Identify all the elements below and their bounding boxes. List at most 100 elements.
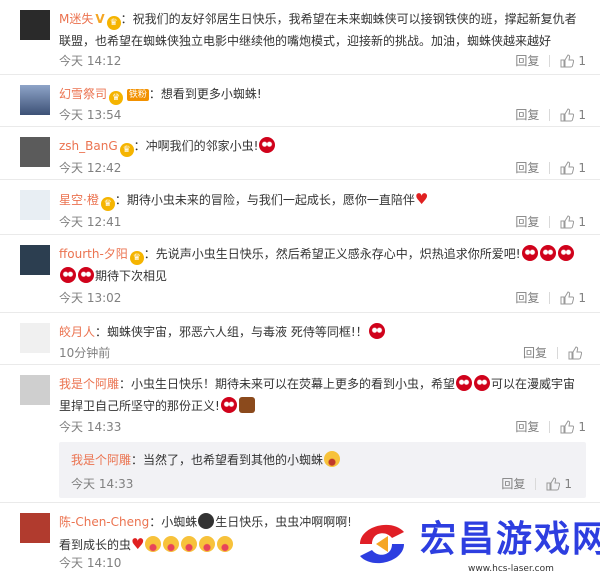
thumbs-up-icon: [560, 291, 575, 305]
timestamp: 今天 14:33: [59, 420, 122, 434]
thumbs-up-icon: [560, 54, 575, 68]
comment-actions: 回复 1: [515, 105, 586, 125]
divider: [549, 421, 551, 433]
comment-text: ：小虫生日快乐！期待未来可以在荧幕上更多的看到小虫，希望: [119, 377, 456, 391]
comment-meta: 今天 14:33 回复 1: [59, 417, 586, 437]
thumbs-up-icon: [560, 161, 575, 175]
divider: [549, 292, 551, 304]
like-button[interactable]: [568, 346, 586, 360]
username[interactable]: 星空·橙: [59, 193, 99, 207]
spiderman-emoji-icon: [220, 397, 237, 413]
reply-button[interactable]: 回复: [515, 105, 539, 125]
comment-item: 幻雪祭司 ♛ 铁粉 ：想看到更多小蜘蛛! 今天 13:54 回复 1: [0, 75, 600, 127]
timestamp: 今天 13:02: [59, 291, 122, 305]
username[interactable]: zsh_BanG: [59, 139, 118, 153]
like-button[interactable]: 1: [560, 51, 586, 71]
tongue-emoji-icon: [181, 536, 198, 552]
like-count: 1: [578, 161, 586, 175]
username[interactable]: 皎月人: [59, 325, 95, 339]
spiderman-emoji-icon: [60, 267, 76, 283]
comment-content: M迷失 V ♛ ：祝我们的友好邻居生日快乐，我希望在未来蜘蛛侠可以接钢铁侠的班，撑起新…: [59, 8, 586, 52]
comment-text: ：蜘蛛侠宇宙，邪恶六人组，与毒液 死侍等同框!！: [95, 325, 368, 339]
like-button[interactable]: 1: [546, 474, 572, 494]
comment-text: ：想看到更多小蜘蛛!: [148, 87, 262, 101]
like-button[interactable]: 1: [560, 417, 586, 437]
reply-button[interactable]: 回复: [501, 474, 525, 494]
avatar[interactable]: [20, 190, 50, 220]
username[interactable]: 我是个阿雕: [71, 453, 131, 467]
like-button[interactable]: 1: [560, 288, 586, 308]
site-watermark: 宏昌游戏网 www.hcs-laser.com: [350, 508, 600, 581]
spiderman-emoji-icon: [368, 323, 385, 339]
comment-text-line2: 期待下次相见: [95, 269, 168, 283]
avatar[interactable]: [20, 375, 50, 405]
reply-button[interactable]: 回复: [515, 51, 539, 71]
reply-meta: 今天 14:33 回复 1: [71, 474, 572, 494]
comment-actions: 回复 1: [515, 212, 586, 232]
like-button[interactable]: 1: [560, 105, 586, 125]
spiderman-emoji-icon: [456, 375, 473, 391]
spiderman-emoji-icon: [557, 245, 574, 261]
reply-button[interactable]: 回复: [515, 417, 539, 437]
cake-emoji-icon: [238, 397, 255, 413]
divider: [549, 162, 551, 174]
comment-meta: 10分钟前 回复: [59, 343, 586, 363]
comment-actions: 回复 1: [515, 51, 586, 71]
like-button[interactable]: 1: [560, 158, 586, 178]
avatar[interactable]: [20, 10, 50, 40]
comment-item: ffourth-夕阳 ♛ ：先说声小虫生日快乐，然后希望正义感永存心中，炽热追求你所…: [0, 235, 600, 313]
reply-button[interactable]: 回复: [523, 343, 547, 363]
verified-icon: V: [95, 12, 105, 26]
timestamp: 今天 13:54: [59, 108, 122, 122]
fan-badge-icon: ♛: [100, 197, 115, 211]
fan-badge-icon: ♛: [109, 91, 124, 105]
like-count: 1: [578, 54, 586, 68]
reply-actions: 回复 1: [501, 474, 572, 494]
comment-meta: 今天 13:54 回复 1: [59, 105, 586, 125]
fan-badge-icon: ♛: [129, 251, 144, 265]
reply-button[interactable]: 回复: [515, 212, 539, 232]
comment-actions: 回复: [523, 343, 586, 363]
comment-text: ：小蜘蛛: [149, 515, 198, 529]
comment-text-line2: 看到成长的虫: [59, 538, 132, 552]
comment-text: ：期待小虫未来的冒险，与我们一起成长，愿你一直陪伴: [114, 193, 415, 207]
avatar[interactable]: [20, 245, 50, 275]
reply-button[interactable]: 回复: [515, 288, 539, 308]
comment-item: M迷失 V ♛ ：祝我们的友好邻居生日快乐，我希望在未来蜘蛛侠可以接钢铁侠的班，撑起新…: [0, 0, 600, 75]
comment-content: 幻雪祭司 ♛ 铁粉 ：想看到更多小蜘蛛!: [59, 83, 586, 105]
comment-actions: 回复 1: [515, 417, 586, 437]
fan-badge-icon: ♛: [106, 16, 121, 30]
thumbs-up-icon: [568, 346, 582, 360]
heart-emoji-icon: ♥: [414, 190, 429, 208]
timestamp: 10分钟前: [59, 346, 111, 360]
avatar[interactable]: [20, 137, 50, 167]
tongue-emoji-icon: [199, 536, 216, 552]
timestamp: 今天 14:33: [71, 477, 134, 491]
reply-content: 我是个阿雕：当然了，也希望看到其他的小蜘蛛: [71, 450, 341, 470]
username[interactable]: 幻雪祭司: [59, 87, 107, 101]
username[interactable]: M迷失: [59, 12, 93, 26]
comment-meta: 今天 13:02 回复 1: [59, 288, 586, 308]
spider-emoji-icon: [198, 513, 215, 529]
like-button[interactable]: 1: [560, 212, 586, 232]
username[interactable]: 陈-Chen-Cheng: [59, 515, 149, 529]
avatar[interactable]: [20, 85, 50, 115]
username[interactable]: 我是个阿雕: [59, 377, 119, 391]
comment-text: ：冲啊我们的邻家小虫!: [133, 139, 259, 153]
comment-content: 我是个阿雕：小虫生日快乐！期待未来可以在荧幕上更多的看到小虫，希望 可以在漫威宇宙…: [59, 373, 586, 417]
reply-button[interactable]: 回复: [515, 158, 539, 178]
username[interactable]: ffourth-夕阳: [59, 247, 128, 261]
avatar[interactable]: [20, 513, 50, 543]
avatar[interactable]: [20, 323, 50, 353]
heart-emoji-icon: ♥: [131, 535, 145, 553]
comment-item: 星空·橙 ♛ ：期待小虫未来的冒险，与我们一起成长，愿你一直陪伴♥ 今天 12:41…: [0, 180, 600, 235]
fan-tag: 铁粉: [126, 89, 149, 101]
like-count: 1: [578, 291, 586, 305]
spiderman-emoji-icon: [259, 137, 276, 153]
timestamp: 今天 14:12: [59, 54, 122, 68]
divider: [549, 109, 551, 121]
thumbs-up-icon: [546, 477, 561, 491]
like-count: 1: [578, 108, 586, 122]
comment-content: zsh_BanG ♛ ：冲啊我们的邻家小虫!: [59, 135, 586, 157]
fan-badge-icon: ♛: [119, 143, 134, 157]
